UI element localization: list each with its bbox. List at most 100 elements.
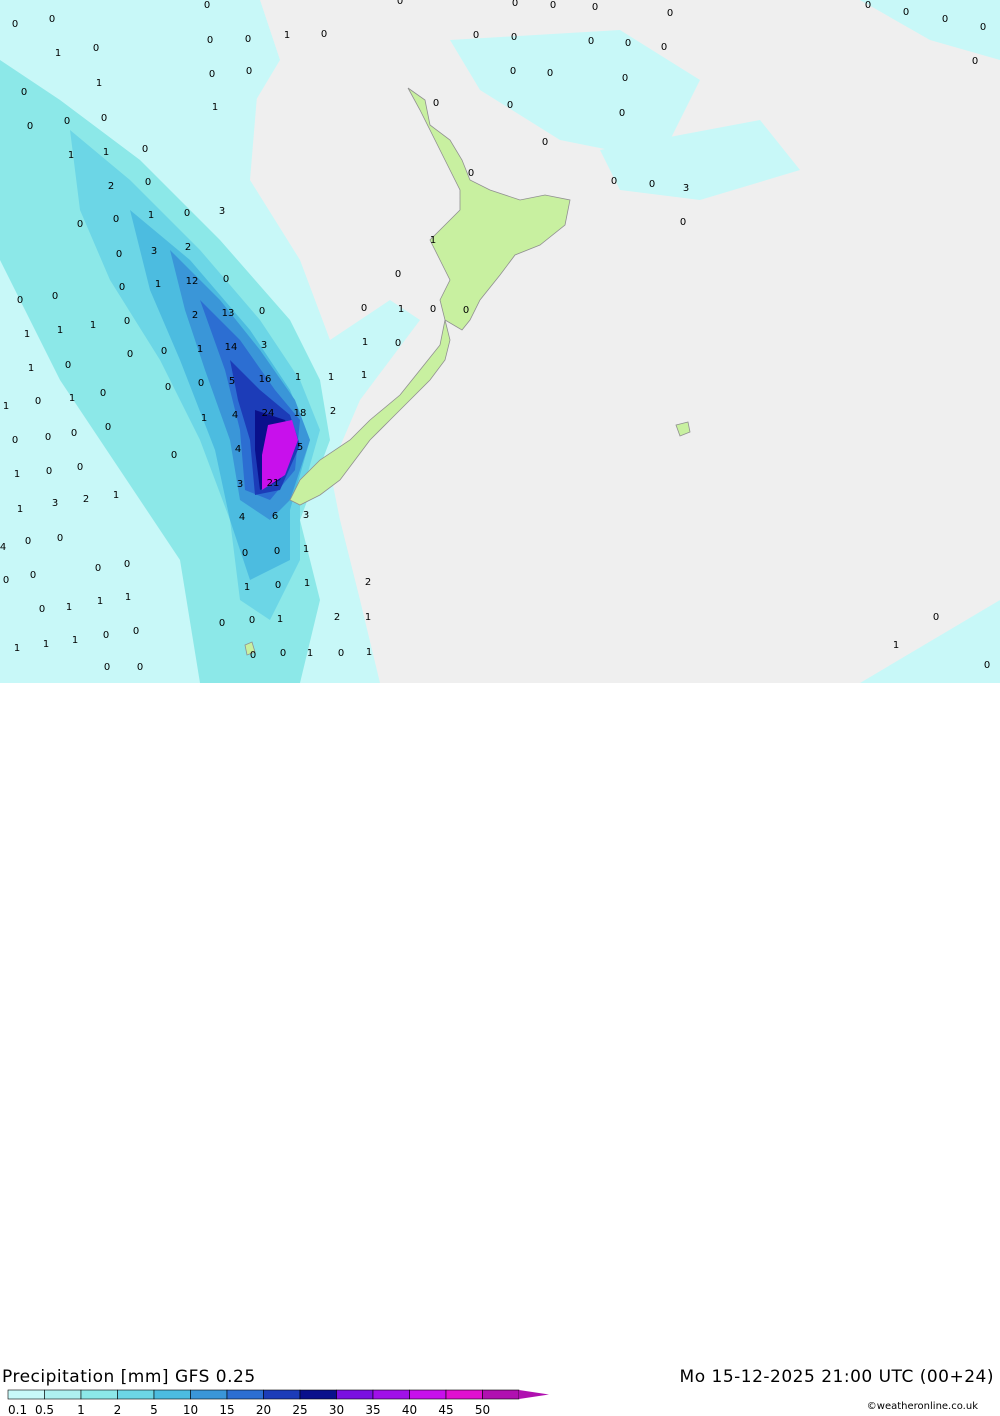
- map-value: 0: [588, 36, 594, 47]
- legend-swatch: [80, 1389, 118, 1400]
- map-value: 0: [622, 73, 628, 84]
- map-value: 0: [507, 100, 513, 111]
- map-value: 1: [28, 363, 34, 374]
- map-value: 0: [57, 533, 63, 544]
- map-value: 0: [903, 7, 909, 18]
- map-value: 0: [865, 0, 871, 11]
- map-value: 0: [512, 0, 518, 9]
- map-value: 0: [942, 14, 948, 25]
- map-value: 0: [223, 274, 229, 285]
- map-value: 0: [142, 144, 148, 155]
- map-value: 0: [198, 378, 204, 389]
- map-value: 3: [261, 340, 267, 351]
- map-value: 0: [105, 422, 111, 433]
- map-value: 1: [57, 325, 63, 336]
- map-value: 0: [3, 575, 9, 586]
- map-value: 0: [207, 35, 213, 46]
- map-value: 0: [93, 43, 99, 54]
- legend-swatch: [372, 1389, 410, 1400]
- map-value: 1: [3, 401, 9, 412]
- map-value: 3: [237, 479, 243, 490]
- map-value: 1: [303, 544, 309, 555]
- map-value: 0: [661, 42, 667, 53]
- map-value: 0: [611, 176, 617, 187]
- map-value: 1: [366, 647, 372, 658]
- map-value: 1: [430, 235, 436, 246]
- map-value: 1: [125, 592, 131, 603]
- map-value: 0: [246, 66, 252, 77]
- map-value: 0: [433, 98, 439, 109]
- map-value: 1: [361, 370, 367, 381]
- map-value: 5: [297, 442, 303, 453]
- map-value: 0: [64, 116, 70, 127]
- legend-label: 0.5: [35, 1403, 54, 1416]
- map-value: 0: [510, 66, 516, 77]
- map-value: 0: [133, 626, 139, 637]
- map-value: 0: [65, 360, 71, 371]
- map-value: 0: [395, 338, 401, 349]
- map-value: 0: [17, 295, 23, 306]
- map-value: 0: [625, 38, 631, 49]
- map-value: 0: [77, 462, 83, 473]
- map-value: 1: [69, 393, 75, 404]
- map-value: 0: [619, 108, 625, 119]
- map-value: 0: [274, 546, 280, 557]
- legend-label: 15: [219, 1403, 234, 1416]
- map-value: 0: [984, 660, 990, 671]
- map-value: 2: [83, 494, 89, 505]
- map-value: 0: [103, 630, 109, 641]
- map-value: 4: [0, 542, 6, 553]
- map-value: 0: [473, 30, 479, 41]
- legend-swatch: [153, 1389, 191, 1400]
- map-value: 0: [137, 662, 143, 673]
- legend-label: 2: [114, 1403, 122, 1416]
- legend-swatch: [226, 1389, 264, 1400]
- map-value: 1: [284, 30, 290, 41]
- legend-label: 1: [77, 1403, 85, 1416]
- map-value: 0: [463, 305, 469, 316]
- legend-swatches: [7, 1389, 549, 1400]
- map-value: 1: [96, 78, 102, 89]
- map-value: 0: [275, 580, 281, 591]
- map-value: 0: [49, 14, 55, 25]
- map-value: 0: [95, 563, 101, 574]
- map-value: 1: [148, 210, 154, 221]
- map-title: Precipitation [mm] GFS 0.25: [2, 1367, 256, 1387]
- map-value: 0: [209, 69, 215, 80]
- map-value: 0: [101, 113, 107, 124]
- map-value: 0: [27, 121, 33, 132]
- legend-swatch: [263, 1389, 301, 1400]
- map-value: 0: [124, 559, 130, 570]
- map-timestamp: Mo 15-12-2025 21:00 UTC (00+24): [679, 1367, 994, 1387]
- legend-swatch: [482, 1389, 520, 1400]
- copyright-text[interactable]: ©weatheronline.co.uk: [867, 1401, 978, 1412]
- map-value: 1: [201, 413, 207, 424]
- map-value: 0: [127, 349, 133, 360]
- map-value: 13: [222, 308, 235, 319]
- map-value: 1: [72, 635, 78, 646]
- map-canvas: 0 0 0 0 0 0 0 0 0 0 0 0 0 0 0 1 0 1 0 0 0 0 0 0 0 0 0 0 0 1 0 1 0 0 0 0 0 0 0 0…: [0, 0, 1000, 683]
- map-value: 1: [155, 279, 161, 290]
- map-value: 1: [295, 372, 301, 383]
- precipitation-map: 0 0 0 0 0 0 0 0 0 0 0 0 0 0 0 1 0 1 0 0 0 0 0 0 0 0 0 0 0 1 0 1 0 0 0 0 0 0 0 0…: [0, 0, 1000, 683]
- map-value: 2: [185, 242, 191, 253]
- map-value: 0: [250, 650, 256, 661]
- legend-swatch: [445, 1389, 483, 1400]
- map-value: 1: [244, 582, 250, 593]
- map-value: 1: [97, 596, 103, 607]
- map-value: 0: [71, 428, 77, 439]
- map-value: 1: [277, 614, 283, 625]
- map-value: 0: [145, 177, 151, 188]
- map-value: 2: [330, 406, 336, 417]
- map-value: 0: [25, 536, 31, 547]
- map-value: 0: [430, 304, 436, 315]
- map-value: 0: [184, 208, 190, 219]
- map-value: 0: [259, 306, 265, 317]
- map-value: 0: [165, 382, 171, 393]
- color-legend: 0.1 0.5 1 2 5 10 15 20 25 30 35 40 45 50: [7, 1389, 549, 1416]
- map-value: 0: [338, 648, 344, 659]
- map-value: 0: [219, 618, 225, 629]
- legend-label: 30: [329, 1403, 344, 1416]
- map-value: 0: [321, 29, 327, 40]
- map-value: 0: [242, 548, 248, 559]
